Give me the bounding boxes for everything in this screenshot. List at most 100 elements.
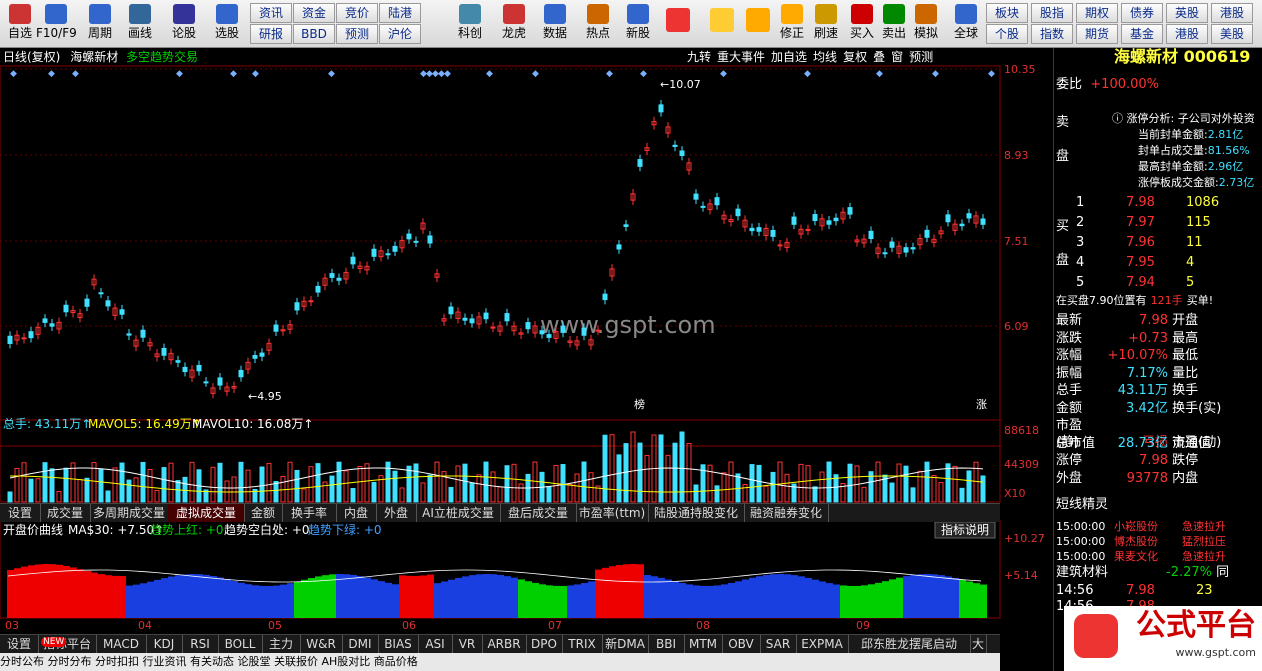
indicator-bar	[91, 572, 98, 618]
tab-21[interactable]: 邱东胜龙摆尾启动	[848, 635, 971, 653]
info-tabs[interactable]: 分时公布 分时分布 分时扣扣 行业资讯 有关动态 论股堂 关联报价 AH股对比 …	[0, 653, 1000, 671]
toolbar-icon[interactable]	[666, 8, 690, 32]
toolbar-button-1[interactable]: F10/F9	[36, 2, 77, 44]
tab-11[interactable]: VR	[452, 635, 483, 653]
quick-button[interactable]: BBD	[293, 24, 335, 44]
toolbar-icon[interactable]	[710, 8, 734, 32]
tab-8[interactable]: DMI	[342, 635, 379, 653]
tab-15[interactable]: 新DMA	[602, 635, 649, 653]
tab-7[interactable]: W&R	[300, 635, 343, 653]
market-button[interactable]: 债券	[1121, 3, 1163, 23]
market-button[interactable]: 基金	[1121, 24, 1163, 44]
tab-7[interactable]: 外盘	[376, 504, 417, 522]
market-button[interactable]: 港股	[1211, 3, 1253, 23]
tab-12[interactable]: ARBR	[482, 635, 527, 653]
market-button[interactable]: 美股	[1211, 24, 1253, 44]
tab-1[interactable]: 成交量	[40, 504, 91, 522]
zt-analysis[interactable]: ⓘ 涨停分析: 子公司对外投资	[1112, 110, 1255, 127]
toolbar-button-5[interactable]: 选股	[207, 2, 247, 44]
toolbar-button-4[interactable]: 论股	[164, 2, 204, 44]
tab-2[interactable]: MACD	[96, 635, 147, 653]
bang-marker[interactable]: 榜	[634, 397, 645, 411]
tab-12[interactable]: 融资融券变化	[744, 504, 829, 522]
sector-row[interactable]: 建筑材料 -2.27% 同	[1056, 564, 1229, 581]
toolbar-button-9[interactable]: 热点	[578, 2, 618, 44]
buy-level: 5 7.94 5	[1076, 275, 1195, 290]
tab-17[interactable]: MTM	[684, 635, 723, 653]
market-button[interactable]: 股指	[1031, 3, 1073, 23]
tab-6[interactable]: 内盘	[336, 504, 377, 522]
indicator-bar	[217, 577, 224, 618]
tab-9[interactable]: 盘后成交量	[500, 504, 577, 522]
indicator-bar	[805, 577, 812, 618]
toolbar-button-15[interactable]: 模拟	[906, 2, 946, 44]
quick-button[interactable]: 资讯	[250, 3, 292, 23]
quick-button[interactable]: 研报	[250, 24, 292, 44]
market-button[interactable]: 期货	[1076, 24, 1118, 44]
toolbar-button-8[interactable]: 数据	[535, 2, 575, 44]
toolbar-button-6[interactable]: 科创	[450, 2, 490, 44]
tab-5[interactable]: BOLL	[218, 635, 263, 653]
market-button[interactable]: 个股	[986, 24, 1028, 44]
tab-22[interactable]: 大	[970, 635, 987, 653]
market-button[interactable]: 期权	[1076, 3, 1118, 23]
tab-9[interactable]: BIAS	[378, 635, 419, 653]
tab-11[interactable]: 陆股通持股变化	[648, 504, 745, 522]
volume-bar	[609, 434, 615, 503]
candle	[448, 306, 454, 315]
tab-14[interactable]: TRIX	[562, 635, 603, 653]
toolbar-icon[interactable]	[746, 8, 770, 32]
candle	[581, 327, 587, 336]
tab-6[interactable]: 主力	[262, 635, 301, 653]
tab-2[interactable]: 多周期成交量	[90, 504, 169, 522]
market-button[interactable]: 港股	[1166, 24, 1208, 44]
toolbar-button-12[interactable]: 刷速	[806, 2, 846, 44]
toolbar-button-7[interactable]: 龙虎	[494, 2, 534, 44]
market-button[interactable]: 板块	[986, 3, 1028, 23]
vol-total: 总手: 43.11万↑	[3, 417, 91, 431]
tab-4[interactable]: RSI	[182, 635, 219, 653]
sprite-row[interactable]: 15:00:00 果麦文化 急速拉升	[1056, 548, 1226, 565]
market-button[interactable]: 指数	[1031, 24, 1073, 44]
signal-diamond: ◆	[10, 69, 17, 79]
quick-button[interactable]: 预测	[336, 24, 378, 44]
zhang-marker[interactable]: 涨	[976, 398, 987, 411]
candle	[28, 331, 34, 339]
signal-diamond: ◆	[328, 69, 335, 79]
toolbar-button-10[interactable]: 新股	[618, 2, 658, 44]
quick-button[interactable]: 竞价	[336, 3, 378, 23]
volume-bar	[644, 454, 650, 503]
volume-bar	[217, 462, 223, 503]
tab-10[interactable]: ASI	[418, 635, 453, 653]
market-button[interactable]: 英股	[1166, 3, 1208, 23]
tab-20[interactable]: EXPMA	[796, 635, 849, 653]
tab-18[interactable]: OBV	[722, 635, 761, 653]
volume-bar	[518, 483, 524, 503]
toolbar-button-0[interactable]: 自选	[0, 2, 40, 44]
tab-4[interactable]: 金额	[244, 504, 283, 522]
indicator-bar	[210, 576, 217, 618]
tab-8[interactable]: AI立桩成交量	[416, 504, 501, 522]
tab-3[interactable]: KDJ	[146, 635, 183, 653]
toolbar-button-label: 数据	[542, 26, 567, 40]
tab-16[interactable]: BBI	[648, 635, 685, 653]
quick-button[interactable]: 陆港	[379, 3, 421, 23]
candle	[483, 312, 489, 320]
volume-bar	[707, 464, 713, 503]
tab-10[interactable]: 市盈率(ttm)	[576, 504, 649, 522]
tab-3[interactable]: 虚拟成交量	[168, 504, 245, 522]
toolbar-button-2[interactable]: 周期	[80, 2, 120, 44]
toolbar-button-16[interactable]: 全球	[946, 2, 986, 44]
tab-0[interactable]: 设置	[0, 635, 39, 653]
tab-19[interactable]: SAR	[760, 635, 797, 653]
toolbar-button-3[interactable]: 画线	[120, 2, 160, 44]
kline-chart[interactable]: 10.35 8.93 7.51 6.09 www.gspt.com ←10.07 ←4.95…	[0, 48, 1052, 671]
quick-button[interactable]: 资金	[293, 3, 335, 23]
tab-0[interactable]: 设置	[0, 504, 41, 522]
quick-button[interactable]: 沪伦	[379, 24, 421, 44]
indicator-bar	[742, 579, 749, 618]
tab-5[interactable]: 换手率	[282, 504, 337, 522]
indicator-bar	[70, 567, 77, 618]
volume-bar	[959, 487, 965, 503]
tab-13[interactable]: DPO	[526, 635, 563, 653]
